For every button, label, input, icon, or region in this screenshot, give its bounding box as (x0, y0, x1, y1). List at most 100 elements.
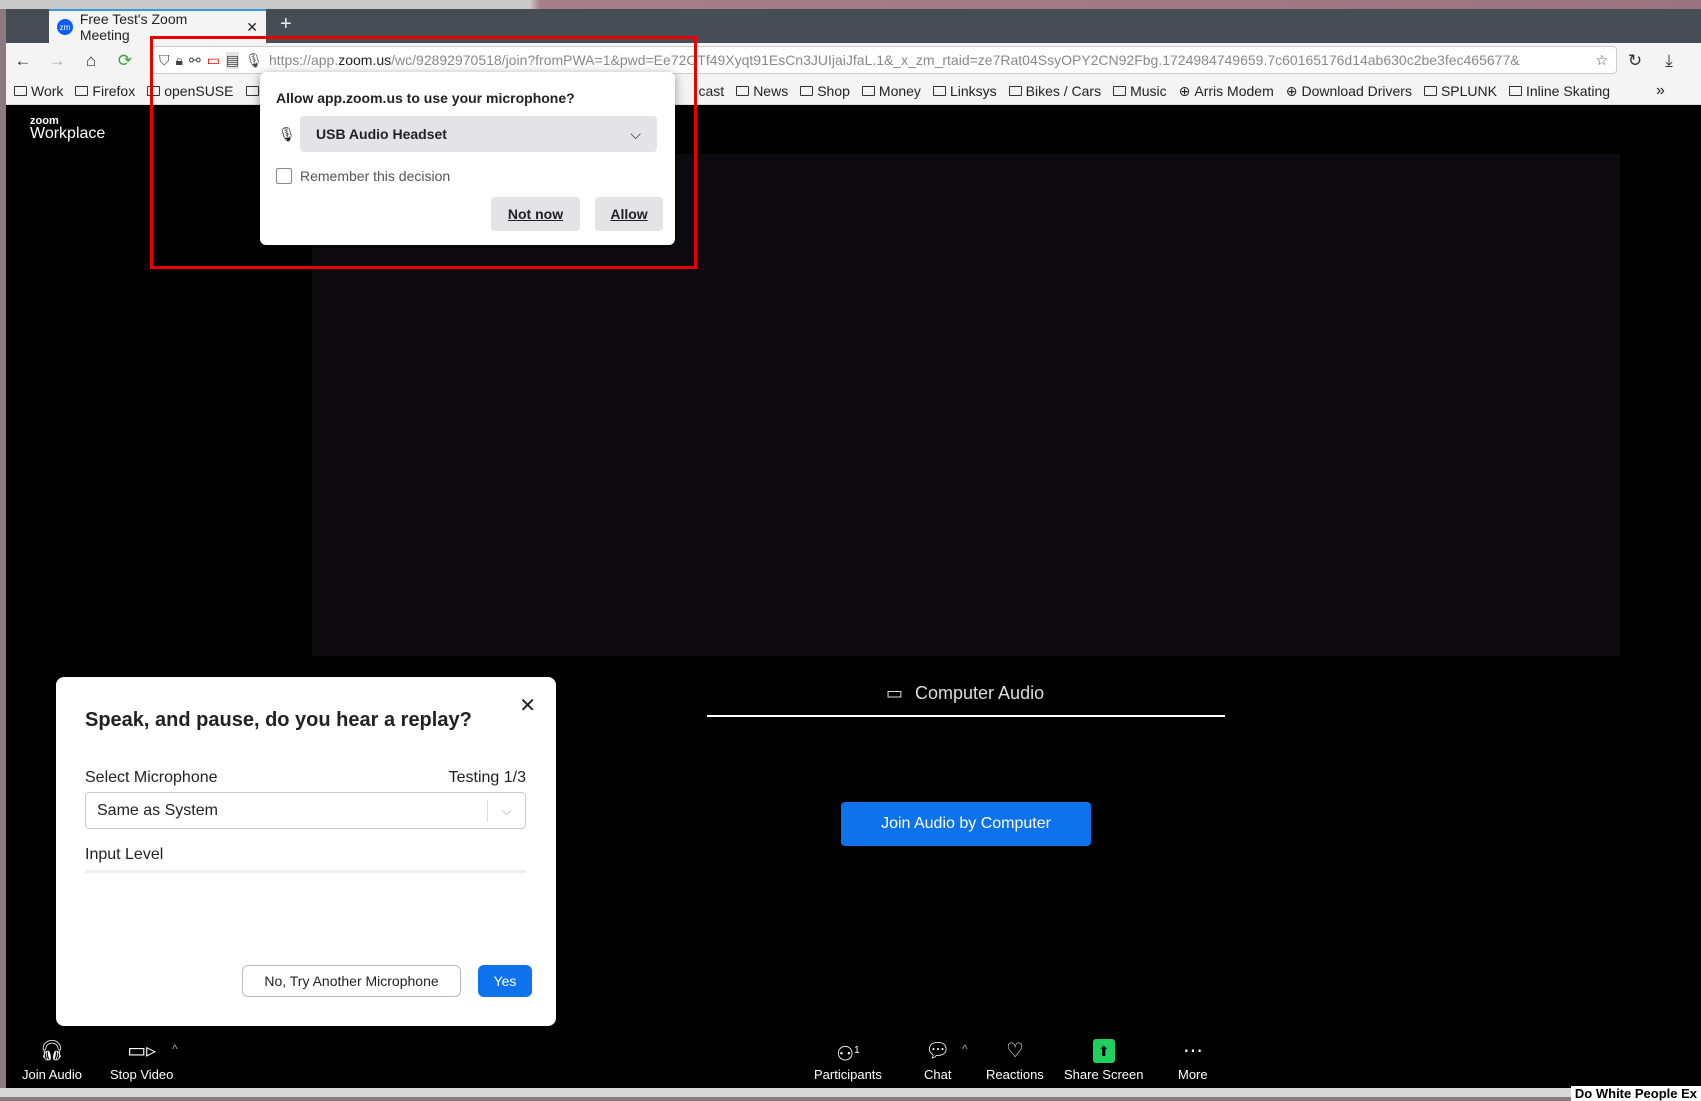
bookmark-shop[interactable]: Shop (800, 83, 850, 99)
microphone-select[interactable]: Same as System ⌵ (85, 792, 526, 829)
bookmark-label: Linksys (949, 83, 997, 99)
yes-button[interactable]: Yes (478, 965, 532, 997)
bookmark-star-icon[interactable]: ☆ (1591, 51, 1608, 69)
microphone-permission-popup: Allow app.zoom.us to use your microphone… (260, 72, 675, 245)
remember-decision-checkbox[interactable]: Remember this decision (276, 168, 450, 184)
zoom-workplace-logo: zoom Workplace (30, 115, 105, 143)
new-tab-button[interactable]: + (280, 13, 292, 36)
bookmark-label: Firefox (92, 83, 136, 99)
microphone-value: Same as System (97, 801, 218, 819)
reactions-button[interactable]: ♡ Reactions (986, 1039, 1044, 1082)
taskbar (0, 1088, 1701, 1097)
bookmark-label: cast (698, 83, 725, 99)
device-select[interactable]: USB Audio Headset ⌵ (300, 116, 657, 152)
folder-icon (932, 86, 946, 96)
bookmark-label: Inline Skating (1526, 83, 1611, 99)
bookmark-linksys[interactable]: Linksys (932, 83, 997, 99)
close-tab-icon[interactable]: ✕ (246, 19, 258, 36)
participant-count: 1 (854, 1045, 860, 1056)
stop-video-button[interactable]: ▭▹ Stop Video (110, 1039, 173, 1082)
bookmark-label: Bikes / Cars (1025, 83, 1102, 99)
bookmark-label: Music (1130, 83, 1167, 99)
bookmark-download-drivers[interactable]: ⊕ Download Drivers (1286, 83, 1412, 100)
chat-options-caret[interactable]: ^ (962, 1042, 968, 1056)
reactions-label: Reactions (986, 1067, 1044, 1082)
stop-video-label: Stop Video (110, 1067, 174, 1082)
heart-icon: ♡ (1005, 1040, 1024, 1062)
chat-icon: 💬︎ (925, 1040, 951, 1062)
bookmark-news[interactable]: News (736, 83, 788, 99)
device-value: USB Audio Headset (316, 126, 447, 142)
chat-label: Chat (924, 1067, 952, 1082)
folder-icon (1113, 86, 1127, 96)
forward-button[interactable]: → (40, 51, 74, 71)
folder-icon (800, 86, 814, 96)
more-button[interactable]: ⋯ More (1178, 1039, 1208, 1082)
share-screen-button[interactable]: ⬆ Share Screen (1064, 1039, 1144, 1082)
share-screen-icon: ⬆ (1092, 1039, 1115, 1063)
bookmark-music[interactable]: Music (1113, 83, 1167, 99)
bookmark-label: News (753, 83, 789, 99)
bookmark-money[interactable]: Money (861, 83, 921, 99)
share-screen-label: Share Screen (1064, 1067, 1144, 1082)
select-microphone-label: Select Microphone (85, 769, 218, 786)
zoom-favicon-icon: zm (57, 19, 73, 35)
folder-icon (736, 86, 750, 96)
remember-label: Remember this decision (300, 168, 451, 184)
bookmark-bikes[interactable]: Bikes / Cars (1008, 83, 1102, 99)
video-camera-icon: ▭▹ (127, 1040, 157, 1062)
back-button[interactable]: ← (6, 51, 40, 71)
input-level-label: Input Level (85, 846, 164, 863)
not-now-button[interactable]: Not now (491, 197, 580, 231)
close-icon[interactable]: ✕ (519, 693, 536, 718)
desktop-background (0, 0, 1701, 9)
microphone-icon: 🎙︎ (278, 126, 296, 142)
more-label: More (1178, 1067, 1208, 1082)
download-icon[interactable]: ⤓ (1652, 51, 1686, 71)
logo-big: Workplace (30, 125, 106, 142)
more-bookmarks-icon[interactable]: » (1656, 82, 1665, 100)
globe-icon: ⊕ (1285, 82, 1298, 99)
home-button[interactable]: ⌂ (74, 51, 108, 71)
extension-icon[interactable]: ⟳ (108, 51, 142, 71)
more-icon: ⋯ (1182, 1040, 1203, 1062)
bookmark-firefox[interactable]: Firefox (75, 83, 135, 99)
chevron-down-icon: ⌵ (487, 799, 525, 822)
bookmark-label: Arris Modem (1194, 83, 1274, 99)
news-headline[interactable]: Do White People Ex (1570, 1086, 1701, 1101)
try-another-microphone-button[interactable]: No, Try Another Microphone (242, 965, 461, 997)
join-audio-by-computer-button[interactable]: Join Audio by Computer (841, 802, 1091, 846)
bookmark-label: SPLUNK (1440, 83, 1497, 99)
input-level-meter (85, 870, 526, 873)
permission-question: Allow app.zoom.us to use your microphone… (276, 90, 575, 106)
bookmark-label: Work (31, 83, 64, 99)
folder-icon (1008, 86, 1022, 96)
checkbox[interactable] (276, 168, 292, 184)
bookmark-label: Shop (817, 83, 850, 99)
audio-test-dialog: Speak, and pause, do you hear a replay? … (56, 677, 556, 1026)
testing-progress: Testing 1/3 (448, 769, 526, 786)
bookmark-label: Download Drivers (1301, 83, 1412, 99)
headphones-icon: 🎧︎ (39, 1040, 65, 1062)
folder-icon (14, 86, 27, 96)
bookmark-work[interactable]: Work (14, 83, 63, 99)
bookmark-inline-skating[interactable]: Inline Skating (1509, 83, 1610, 99)
reload-button[interactable]: ↻ (1618, 51, 1652, 71)
computer-audio-tab[interactable]: ▭ Computer Audio (886, 683, 1044, 704)
join-audio-button[interactable]: 🎧︎ Join Audio (22, 1039, 82, 1082)
chat-button[interactable]: 💬︎ Chat (924, 1039, 951, 1082)
bookmark-cast[interactable]: cast (699, 83, 725, 99)
video-options-caret[interactable]: ^ (172, 1042, 178, 1056)
participants-button[interactable]: ⚇1 Participants (814, 1039, 882, 1082)
folder-icon (1509, 86, 1522, 96)
folder-icon (861, 86, 875, 96)
allow-button[interactable]: Allow (595, 197, 663, 231)
join-audio-label: Join Audio (22, 1067, 82, 1082)
chevron-down-icon: ⌵ (630, 125, 641, 142)
bookmark-arris-modem[interactable]: ⊕ Arris Modem (1179, 83, 1274, 100)
dialog-title: Speak, and pause, do you hear a replay? (85, 709, 472, 731)
folder-icon (75, 86, 89, 96)
participants-icon: ⚇1 (836, 1043, 860, 1066)
bookmark-splunk[interactable]: SPLUNK (1423, 83, 1497, 99)
computer-audio-label: Computer Audio (915, 683, 1045, 703)
